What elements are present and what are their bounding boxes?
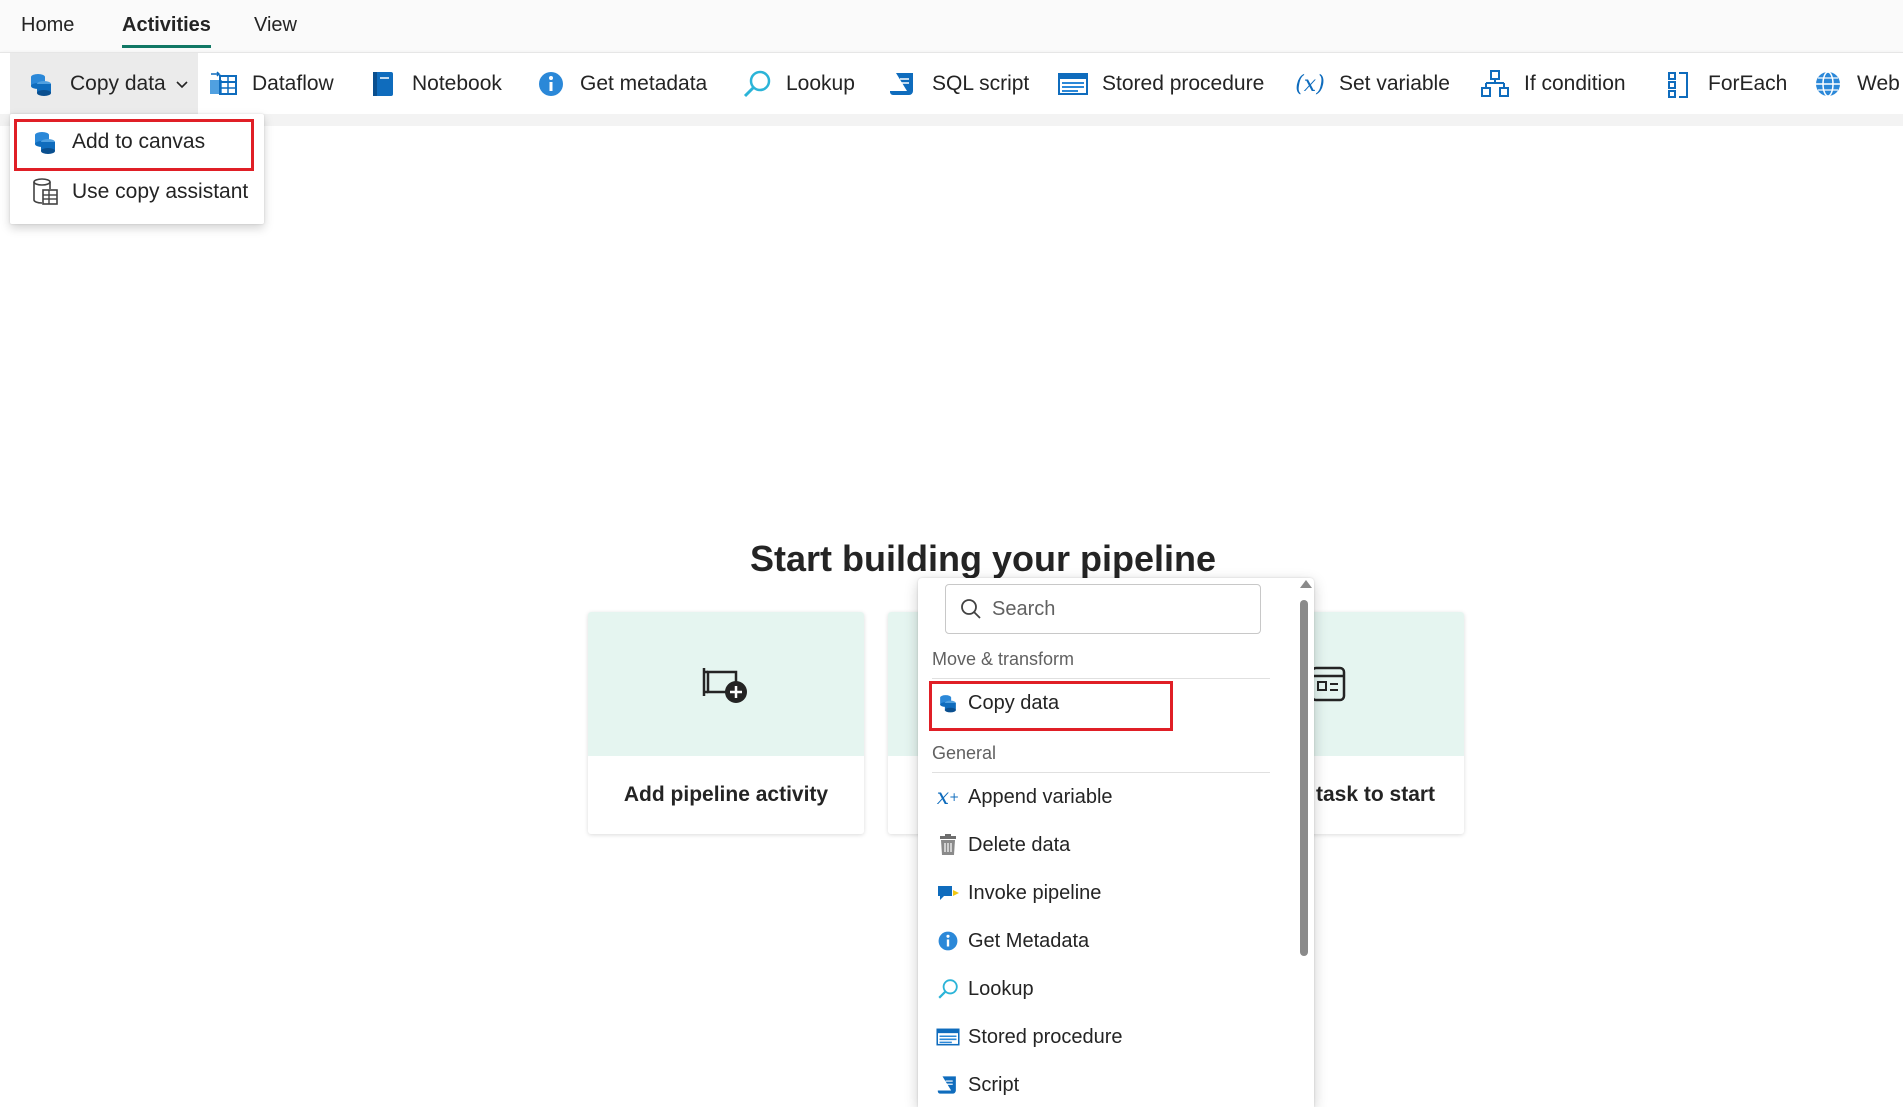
panel-item-label: Append variable [968, 785, 1113, 808]
highlight-box-add-to-canvas [14, 119, 254, 171]
dataflow-label: Dataflow [252, 72, 334, 95]
sql-script-button[interactable]: SQL script [888, 53, 1029, 115]
search-placeholder: Search [992, 597, 1056, 620]
search-icon [961, 599, 981, 619]
use-copy-assistant-item[interactable]: Use copy assistant [16, 168, 258, 216]
panel-item-lookup[interactable]: Lookup [936, 969, 1034, 1009]
panel-item-get-metadata[interactable]: Get Metadata [936, 921, 1089, 961]
stored-procedure-button[interactable]: Stored procedure [1058, 53, 1264, 115]
web-label: Web [1857, 72, 1900, 95]
stored-procedure-icon [1058, 69, 1088, 99]
panel-item-append-variable[interactable]: 𝑥 + Append variable [936, 777, 1113, 817]
get-metadata-label: Get metadata [580, 72, 708, 95]
pipeline-activity-icon [702, 668, 747, 703]
lookup-icon [936, 977, 960, 1001]
sql-script-label: SQL script [932, 72, 1030, 95]
info-icon [536, 69, 566, 99]
web-button[interactable]: Web [1813, 53, 1900, 115]
panel-scrollbar-thumb[interactable] [1300, 600, 1308, 956]
scroll-up-arrow-icon[interactable] [1300, 580, 1312, 588]
copy-data-label: Copy data [70, 72, 166, 95]
card-label: Add pipeline activity [623, 783, 829, 806]
if-condition-icon [1480, 69, 1510, 99]
copy-data-icon [26, 69, 56, 99]
panel-item-invoke-pipeline[interactable]: Invoke pipeline [936, 873, 1101, 913]
search-input[interactable]: Search [945, 584, 1261, 634]
trash-icon [936, 833, 960, 857]
notebook-icon [368, 69, 398, 99]
if-condition-button[interactable]: If condition [1480, 53, 1626, 115]
script-icon [888, 69, 918, 99]
foreach-icon [1664, 69, 1694, 99]
top-nav: Home Activities View [0, 0, 1903, 52]
card-illustration [588, 612, 864, 756]
dataflow-icon [208, 69, 238, 99]
tab-activities[interactable]: Activities [122, 12, 211, 48]
lookup-label: Lookup [786, 72, 855, 95]
lookup-button[interactable]: Lookup [742, 53, 855, 115]
lookup-icon [742, 69, 772, 99]
set-variable-button[interactable]: (𝑥) Set variable [1295, 53, 1450, 115]
get-metadata-button[interactable]: Get metadata [536, 53, 707, 115]
panel-item-stored-procedure[interactable]: Stored procedure [936, 1017, 1123, 1057]
use-copy-assistant-label: Use copy assistant [72, 180, 249, 203]
panel-item-label: Delete data [968, 833, 1071, 856]
tab-home[interactable]: Home [21, 12, 74, 48]
ribbon-shadow-band [0, 114, 1903, 126]
panel-item-label: Invoke pipeline [968, 881, 1102, 904]
activity-picker-panel: Search Move & transform Copy data Genera… [918, 578, 1314, 1107]
stored-procedure-label: Stored procedure [1102, 72, 1265, 95]
script-icon [936, 1073, 960, 1097]
section-move-transform: Move & transform [932, 649, 1270, 679]
canvas-title: Start building your pipeline [749, 538, 1216, 579]
panel-item-label: Lookup [968, 977, 1034, 1000]
tab-view[interactable]: View [254, 12, 297, 48]
foreach-button[interactable]: ForEach [1664, 53, 1787, 115]
stored-procedure-icon [936, 1025, 960, 1049]
foreach-label: ForEach [1708, 72, 1788, 95]
if-condition-label: If condition [1524, 72, 1626, 95]
add-pipeline-activity-card[interactable]: Add pipeline activity [588, 612, 864, 834]
notebook-button[interactable]: Notebook [368, 53, 502, 115]
notebook-label: Notebook [412, 72, 502, 95]
panel-item-script[interactable]: Script [936, 1065, 1019, 1105]
panel-item-label: Get Metadata [968, 929, 1090, 952]
task-icon [1310, 666, 1346, 702]
panel-item-delete-data[interactable]: Delete data [936, 825, 1070, 865]
activities-ribbon: Copy data Dataflow Notebook Get metadata… [0, 52, 1903, 115]
variable-icon: (𝑥) [1295, 71, 1325, 97]
chevron-down-icon[interactable] [174, 76, 190, 92]
copy-assistant-icon [30, 177, 60, 207]
append-variable-icon: 𝑥 + [936, 784, 960, 810]
invoke-pipeline-icon [936, 881, 960, 905]
dataflow-button[interactable]: Dataflow [208, 53, 334, 115]
highlight-box-copy-data [929, 681, 1173, 731]
globe-icon [1813, 69, 1843, 99]
panel-item-label: Stored procedure [968, 1025, 1123, 1048]
copy-data-button[interactable]: Copy data [10, 53, 198, 115]
info-icon [936, 929, 960, 953]
panel-item-label: Script [968, 1073, 1020, 1096]
section-general: General [932, 743, 1270, 773]
set-variable-label: Set variable [1339, 72, 1450, 95]
